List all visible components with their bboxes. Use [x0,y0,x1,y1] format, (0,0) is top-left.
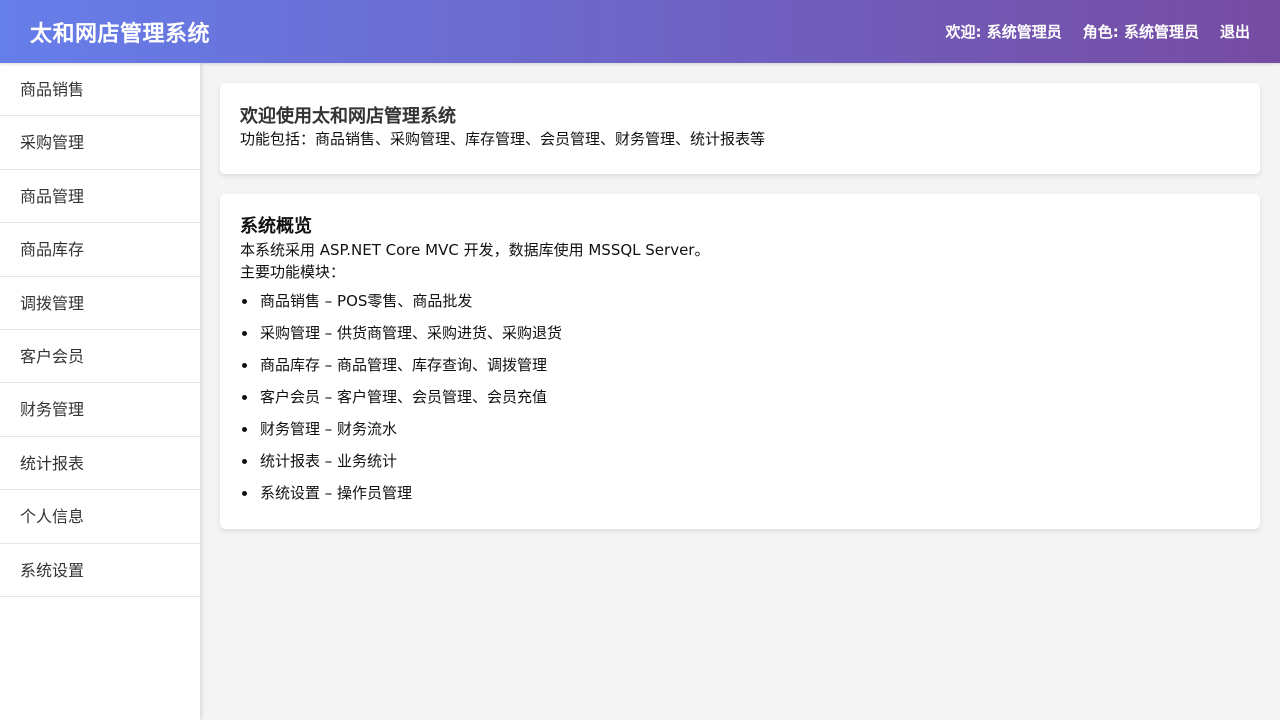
user-role-text: 角色: 系统管理员 [1082,23,1199,41]
overview-description: 本系统采用 ASP.NET Core MVC 开发，数据库使用 MSSQL Se… [240,241,710,259]
app-title: 太和网店管理系统 [30,21,211,47]
sidebar-nav: 商品销售 采购管理 商品管理 商品库存 调拨管理 客户会员 财务管理 统计报表 … [0,63,200,720]
sidebar-item-purchase[interactable]: 采购管理 [0,116,200,170]
overview-title: 系统概览 [240,216,312,237]
modules-list: 商品销售 – POS零售、商品批发 采购管理 – 供货商管理、采购进货、采购退货… [240,285,1240,509]
list-item: 统计报表 – 业务统计 [240,445,1240,477]
sidebar-item-inventory[interactable]: 商品库存 [0,223,200,277]
sidebar-item-transfer[interactable]: 调拨管理 [0,277,200,330]
sidebar-item-members[interactable]: 客户会员 [0,330,200,384]
list-item: 采购管理 – 供货商管理、采购进货、采购退货 [240,317,1240,349]
sidebar-item-finance[interactable]: 财务管理 [0,383,200,437]
welcome-card: 欢迎使用太和网店管理系统 功能包括：商品销售、采购管理、库存管理、会员管理、财务… [220,83,1260,174]
list-item: 客户会员 – 客户管理、会员管理、会员充值 [240,381,1240,413]
sidebar-item-products[interactable]: 商品管理 [0,170,200,224]
list-item: 商品销售 – POS零售、商品批发 [240,285,1240,317]
top-header: 太和网店管理系统 欢迎: 系统管理员 角色: 系统管理员 退出 [0,0,1280,63]
welcome-title: 欢迎使用太和网店管理系统 [240,106,456,127]
sidebar-item-profile[interactable]: 个人信息 [0,490,200,544]
welcome-user-text: 欢迎: 系统管理员 [945,23,1062,41]
main-content: 欢迎使用太和网店管理系统 功能包括：商品销售、采购管理、库存管理、会员管理、财务… [220,83,1260,549]
list-item: 商品库存 – 商品管理、库存查询、调拨管理 [240,349,1240,381]
sidebar-item-settings[interactable]: 系统设置 [0,544,200,597]
list-item: 财务管理 – 财务流水 [240,413,1240,445]
list-item: 系统设置 – 操作员管理 [240,477,1240,509]
overview-card: 系统概览 本系统采用 ASP.NET Core MVC 开发，数据库使用 MSS… [220,194,1260,529]
welcome-text: 功能包括：商品销售、采购管理、库存管理、会员管理、财务管理、统计报表等 [240,130,766,148]
sidebar-item-reports[interactable]: 统计报表 [0,437,200,491]
sidebar-item-sales[interactable]: 商品销售 [0,63,200,117]
user-info-bar: 欢迎: 系统管理员 角色: 系统管理员 退出 [946,21,1250,42]
logout-link[interactable]: 退出 [1220,21,1250,42]
modules-heading: 主要功能模块： [240,263,346,281]
